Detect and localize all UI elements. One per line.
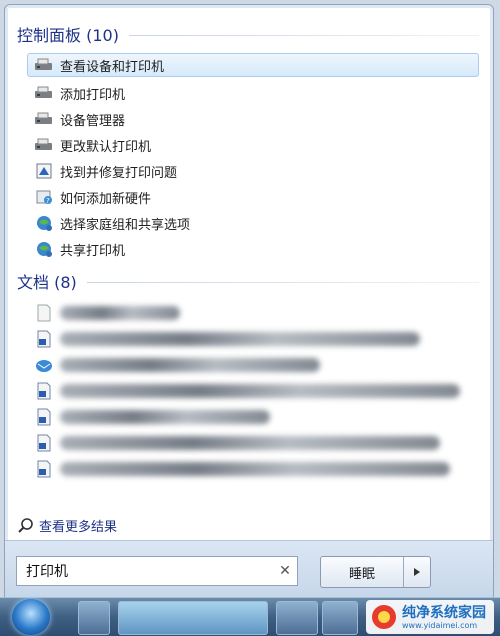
sleep-button[interactable]: 睡眠 <box>321 557 404 587</box>
result-label: 查看设备和打印机 <box>60 59 165 75</box>
homegroup-icon <box>34 214 54 232</box>
result-view-devices-printers[interactable]: 查看设备和打印机 <box>27 53 479 77</box>
document-name-redacted <box>60 306 180 320</box>
printer-icon <box>34 84 54 102</box>
active-window-taskbar-button[interactable] <box>118 601 268 635</box>
mail-icon <box>34 356 54 374</box>
watermark: 纯净系统家园 www.yidaimei.com <box>366 600 494 634</box>
document-name-redacted <box>60 332 420 346</box>
see-more-label: 查看更多结果 <box>39 520 118 535</box>
document-icon <box>34 304 54 322</box>
word-document-icon <box>34 460 54 478</box>
result-change-default-printer[interactable]: 更改默认打印机 <box>27 133 479 157</box>
word-document-icon <box>34 434 54 452</box>
document-name-redacted <box>60 410 270 424</box>
section-divider <box>86 282 479 283</box>
windows-orb-icon[interactable] <box>12 599 50 635</box>
result-add-new-hardware[interactable]: ? 如何添加新硬件 <box>27 185 479 209</box>
document-result-2[interactable] <box>27 327 479 351</box>
result-homegroup-sharing[interactable]: 选择家庭组和共享选项 <box>27 211 479 235</box>
search-icon <box>17 517 35 535</box>
result-troubleshoot-printing[interactable]: 找到并修复打印问题 <box>27 159 479 183</box>
document-name-redacted <box>60 358 320 372</box>
result-label: 设备管理器 <box>60 113 126 129</box>
document-result-5[interactable] <box>27 405 479 429</box>
result-label: 共享打印机 <box>60 243 126 259</box>
document-name-redacted <box>60 384 460 398</box>
documents-header: 文档 (8) <box>17 270 479 292</box>
taskbar: 纯净系统家园 www.yidaimei.com <box>0 597 500 636</box>
power-options-button[interactable] <box>404 557 430 587</box>
help-icon: ? <box>34 188 54 206</box>
word-document-icon <box>34 330 54 348</box>
svg-text:?: ? <box>46 197 50 205</box>
result-label: 找到并修复打印问题 <box>60 165 178 181</box>
documents-title: 文档 (8) <box>17 273 77 292</box>
result-label: 添加打印机 <box>60 87 126 103</box>
result-device-manager[interactable]: 设备管理器 <box>27 107 479 131</box>
watermark-url: www.yidaimei.com <box>402 620 478 630</box>
printer-icon <box>34 110 54 128</box>
printer-icon <box>34 136 54 154</box>
watermark-text: 纯净系统家园 www.yidaimei.com <box>402 605 486 630</box>
see-more-results-link[interactable]: 查看更多结果 <box>17 516 117 535</box>
control-panel-title: 控制面板 (10) <box>17 26 119 45</box>
result-add-printer[interactable]: 添加打印机 <box>27 81 479 105</box>
document-name-redacted <box>60 462 450 476</box>
search-input[interactable] <box>24 562 273 580</box>
section-divider <box>128 35 479 36</box>
result-label: 选择家庭组和共享选项 <box>60 217 191 233</box>
homegroup-icon <box>34 240 54 258</box>
document-result-7[interactable] <box>27 457 479 481</box>
chevron-right-icon <box>414 568 420 576</box>
result-label: 如何添加新硬件 <box>60 191 152 207</box>
word-document-icon <box>34 382 54 400</box>
printer-icon <box>34 56 54 74</box>
watermark-logo-icon <box>372 605 396 629</box>
watermark-brand: 纯净系统家园 <box>402 604 486 621</box>
result-share-printer[interactable]: 共享打印机 <box>27 237 479 261</box>
document-result-6[interactable] <box>27 431 479 455</box>
chrome-taskbar-button[interactable] <box>322 601 358 635</box>
explorer-taskbar-button[interactable] <box>78 601 110 635</box>
search-bar-area: ✕ 睡眠 <box>5 540 493 599</box>
power-button-group: 睡眠 <box>320 556 431 588</box>
search-box[interactable]: ✕ <box>16 556 298 586</box>
clear-icon[interactable]: ✕ <box>273 563 297 579</box>
control-panel-header: 控制面板 (10) <box>17 23 479 45</box>
troubleshoot-icon <box>34 162 54 180</box>
taskbar-button[interactable] <box>276 601 318 635</box>
document-result-3[interactable] <box>27 353 479 377</box>
document-result-1[interactable] <box>27 301 479 325</box>
start-menu: 控制面板 (10) 查看设备和打印机 添加打印机 设备管理器 更改默认打印机 找… <box>4 4 494 600</box>
result-label: 更改默认打印机 <box>60 139 152 155</box>
document-name-redacted <box>60 436 440 450</box>
word-document-icon <box>34 408 54 426</box>
document-result-4[interactable] <box>27 379 479 403</box>
